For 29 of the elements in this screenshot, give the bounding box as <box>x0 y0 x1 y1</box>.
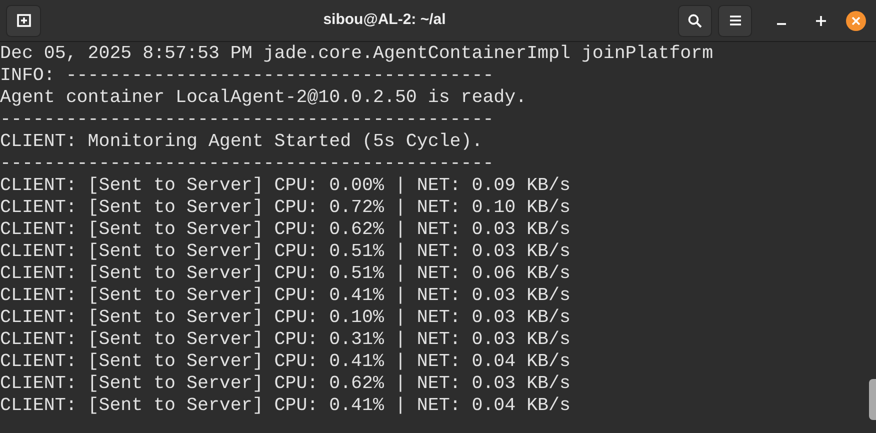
minimize-icon <box>776 23 786 25</box>
terminal-line: Dec 05, 2025 8:57:53 PM jade.core.AgentContainerImpl joinPlatform <box>0 43 714 65</box>
menu-icon <box>730 15 740 26</box>
maximize-icon <box>816 16 826 26</box>
terminal-line: --------------------------------------------- <box>0 153 494 175</box>
search-button[interactable] <box>678 4 712 36</box>
terminal-line: CLIENT: [Sent to Server] CPU: 0.41% | NET: 0.04 KB/s <box>0 395 570 417</box>
new-tab-icon <box>16 14 30 27</box>
menu-button[interactable] <box>718 4 752 36</box>
terminal-line: CLIENT: [Sent to Server] CPU: 0.41% | NET: 0.03 KB/s <box>0 285 570 307</box>
terminal-line: CLIENT: [Sent to Server] CPU: 0.51% | NET: 0.06 KB/s <box>0 263 570 285</box>
terminal-line: CLIENT: [Sent to Server] CPU: 0.31% | NET: 0.03 KB/s <box>0 329 570 351</box>
close-icon <box>852 16 860 24</box>
terminal-line: CLIENT: [Sent to Server] CPU: 0.00% | NET: 0.09 KB/s <box>0 175 570 197</box>
terminal-line: CLIENT: [Sent to Server] CPU: 0.62% | NET: 0.03 KB/s <box>0 373 570 395</box>
search-icon <box>688 14 702 28</box>
terminal-line: CLIENT: [Sent to Server] CPU: 0.62% | NET: 0.03 KB/s <box>0 219 570 241</box>
terminal-line: CLIENT: [Sent to Server] CPU: 0.10% | NET: 0.03 KB/s <box>0 307 570 329</box>
terminal-line: INFO: --------------------------------------- <box>0 65 494 87</box>
terminal-line: --------------------------------------------- <box>0 109 494 131</box>
close-button[interactable] <box>846 10 866 30</box>
terminal-line: CLIENT: Monitoring Agent Started (5s Cycle). <box>0 131 483 153</box>
terminal-line: Agent container LocalAgent-2@10.0.2.50 is ready. <box>0 87 527 109</box>
new-tab-button[interactable] <box>6 4 41 36</box>
terminal-line: CLIENT: [Sent to Server] CPU: 0.41% | NET: 0.04 KB/s <box>0 351 570 373</box>
terminal-line: CLIENT: [Sent to Server] CPU: 0.72% | NET: 0.10 KB/s <box>0 197 570 219</box>
window-title: sibou@AL-2: ~/al <box>323 10 446 30</box>
scrollbar-thumb[interactable] <box>869 379 876 420</box>
terminal-line: CLIENT: [Sent to Server] CPU: 0.51% | NET: 0.03 KB/s <box>0 241 570 263</box>
